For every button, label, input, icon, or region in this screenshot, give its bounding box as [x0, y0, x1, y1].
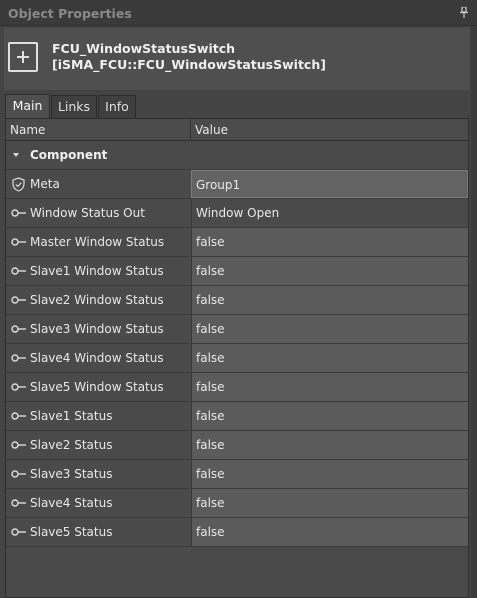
slot-icon: [11, 238, 26, 246]
property-value-field[interactable]: false: [191, 257, 468, 285]
tab-main[interactable]: Main: [5, 94, 50, 119]
property-value-field[interactable]: Window Open: [191, 199, 468, 227]
property-value-field[interactable]: false: [191, 518, 468, 546]
slot-icon: [11, 383, 26, 391]
property-name: Slave5 Window Status: [30, 380, 164, 394]
name-cell: Slave5 Window Status: [6, 373, 190, 401]
property-value: false: [196, 322, 225, 336]
name-cell: Slave1 Status: [6, 402, 190, 430]
tab-info[interactable]: Info: [98, 95, 136, 118]
chevron-down-icon[interactable]: [13, 153, 19, 157]
name-cell: Slave4 Window Status: [6, 344, 190, 372]
property-value: false: [196, 293, 225, 307]
property-value: false: [196, 525, 225, 539]
property-value-field[interactable]: false: [191, 315, 468, 343]
object-type: [iSMA_FCU::FCU_WindowStatusSwitch]: [52, 57, 326, 72]
property-name: Slave1 Window Status: [30, 264, 164, 278]
property-value-field[interactable]: false: [191, 228, 468, 256]
property-value: false: [196, 235, 225, 249]
table-row[interactable]: Window Status Out Window Open: [6, 199, 468, 228]
property-value-field[interactable]: false: [191, 431, 468, 459]
property-name: Meta: [30, 177, 60, 191]
properties-table: Name Value Component Meta Group1 Window St…: [5, 118, 469, 598]
name-cell: Window Status Out: [6, 199, 190, 227]
slot-icon: [11, 441, 26, 449]
property-name: Slave3 Window Status: [30, 322, 164, 336]
name-cell: Slave2 Status: [6, 431, 190, 459]
property-value-field[interactable]: Group1: [191, 170, 468, 198]
property-value: false: [196, 264, 225, 278]
name-cell: Slave3 Status: [6, 460, 190, 488]
property-value-field[interactable]: false: [191, 286, 468, 314]
slot-icon: [11, 412, 26, 420]
object-header: FCU_WindowStatusSwitch [iSMA_FCU::FCU_Wi…: [4, 28, 470, 90]
property-value-field[interactable]: false: [191, 402, 468, 430]
table-row[interactable]: Slave5 Status false: [6, 518, 468, 547]
property-name: Window Status Out: [30, 206, 145, 220]
name-cell: Slave2 Window Status: [6, 286, 190, 314]
slot-icon: [11, 325, 26, 333]
property-name: Slave2 Status: [30, 438, 113, 452]
table-row[interactable]: Slave5 Window Status false: [6, 373, 468, 402]
panel-title: Object Properties: [8, 6, 132, 21]
property-name: Slave3 Status: [30, 467, 113, 481]
group-row-component[interactable]: Component: [6, 141, 468, 170]
property-value-field[interactable]: false: [191, 373, 468, 401]
shield-icon: [12, 177, 25, 192]
name-cell: Slave5 Status: [6, 518, 190, 546]
property-name: Slave1 Status: [30, 409, 113, 423]
property-value-field[interactable]: false: [191, 460, 468, 488]
property-value: false: [196, 409, 225, 423]
table-row[interactable]: Slave2 Status false: [6, 431, 468, 460]
table-row[interactable]: Slave1 Status false: [6, 402, 468, 431]
name-cell: Slave3 Window Status: [6, 315, 190, 343]
property-name: Slave4 Status: [30, 496, 113, 510]
property-name: Master Window Status: [30, 235, 165, 249]
panel-title-bar: Object Properties: [0, 0, 477, 26]
name-cell: Master Window Status: [6, 228, 190, 256]
column-header-value[interactable]: Value: [195, 123, 228, 137]
table-empty-area: [6, 547, 468, 597]
table-row[interactable]: Slave3 Status false: [6, 460, 468, 489]
property-value: Window Open: [196, 206, 280, 220]
table-row[interactable]: Meta Group1: [6, 170, 468, 199]
name-cell: Slave1 Window Status: [6, 257, 190, 285]
property-value: false: [196, 380, 225, 394]
property-value-field[interactable]: false: [191, 344, 468, 372]
property-value-field[interactable]: false: [191, 489, 468, 517]
slot-icon: [11, 296, 26, 304]
column-divider[interactable]: [190, 119, 191, 141]
property-name: Slave2 Window Status: [30, 293, 164, 307]
property-name: Slave4 Window Status: [30, 351, 164, 365]
table-row[interactable]: Slave2 Window Status false: [6, 286, 468, 315]
slot-icon: [11, 499, 26, 507]
slot-icon: [11, 528, 26, 536]
table-row[interactable]: Slave4 Window Status false: [6, 344, 468, 373]
property-name: Slave5 Status: [30, 525, 113, 539]
object-name: FCU_WindowStatusSwitch: [52, 41, 236, 56]
component-plus-icon: [8, 42, 38, 72]
column-header-name[interactable]: Name: [10, 123, 45, 137]
panel-edge: [471, 26, 477, 598]
name-cell: Slave4 Status: [6, 489, 190, 517]
property-value: false: [196, 467, 225, 481]
group-label: Component: [30, 148, 108, 162]
property-value: false: [196, 496, 225, 510]
tab-links[interactable]: Links: [51, 95, 97, 118]
table-row[interactable]: Slave4 Status false: [6, 489, 468, 518]
property-value: false: [196, 438, 225, 452]
slot-icon: [11, 209, 26, 217]
property-value: false: [196, 351, 225, 365]
table-row[interactable]: Slave3 Window Status false: [6, 315, 468, 344]
slot-icon: [11, 470, 26, 478]
slot-icon: [11, 267, 26, 275]
table-row[interactable]: Master Window Status false: [6, 228, 468, 257]
property-value: Group1: [196, 178, 241, 192]
name-cell: Meta: [6, 170, 190, 198]
pin-icon[interactable]: [459, 7, 469, 18]
slot-icon: [11, 354, 26, 362]
table-header: Name Value: [6, 119, 468, 141]
table-row[interactable]: Slave1 Window Status false: [6, 257, 468, 286]
